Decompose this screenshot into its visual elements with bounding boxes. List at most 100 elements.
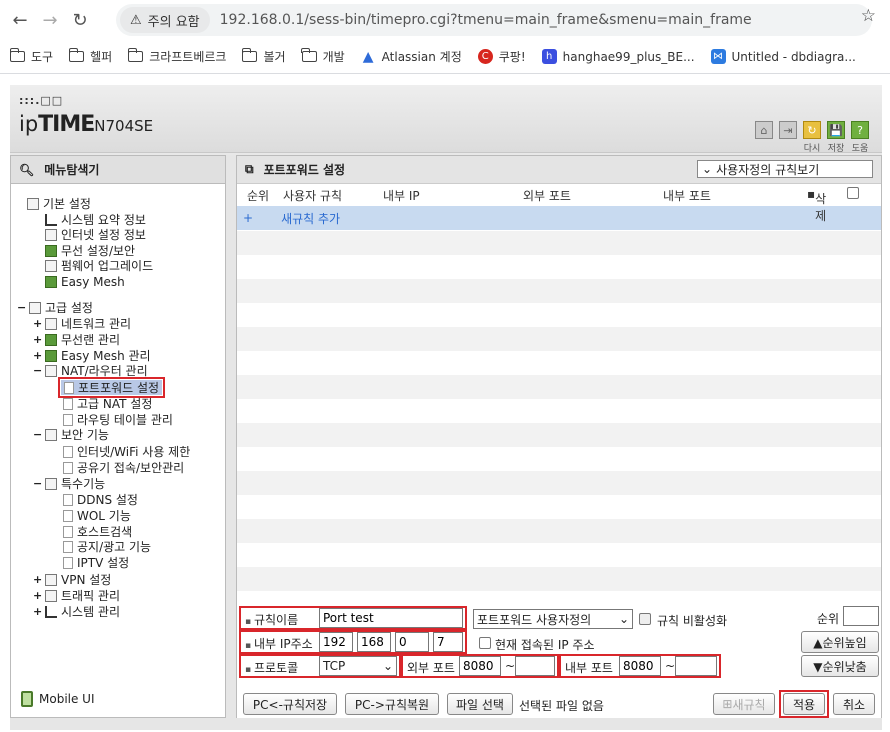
menu-nat[interactable]: − NAT/라우터 관리 <box>33 363 148 378</box>
frame-body: 🔍︎ 메뉴탐색기 기본 설정 시스템 요약 정보 인터넷 설정 정보 무선 설정… <box>10 155 882 730</box>
menu-system[interactable]: + 시스템 관리 <box>33 604 120 619</box>
ip-octet-4[interactable] <box>433 632 463 652</box>
bookmark-folder[interactable]: 헬퍼 <box>68 48 112 65</box>
menu-ddns[interactable]: DDNS 설정 <box>63 492 138 507</box>
reload-icon[interactable]: ↻ <box>66 6 94 34</box>
logout-button[interactable]: ⇥ <box>778 121 798 141</box>
menu-explorer: 🔍︎ 메뉴탐색기 기본 설정 시스템 요약 정보 인터넷 설정 정보 무선 설정… <box>10 155 226 718</box>
int-port-to-input[interactable] <box>675 656 717 676</box>
rule-name-label: 규칙이름 <box>245 611 298 628</box>
expand-icon: + <box>33 349 43 362</box>
ext-port-to-input[interactable] <box>515 656 555 676</box>
disable-rule-checkbox[interactable] <box>639 613 651 625</box>
forward-icon[interactable]: → <box>36 6 64 34</box>
ext-port-from-input[interactable] <box>459 656 501 676</box>
monitor-icon <box>45 228 57 241</box>
document-icon <box>63 493 73 506</box>
col-internal-ip: 내부 IP <box>383 189 420 203</box>
bookmark-folder[interactable]: 크라프트베르크 <box>127 48 226 65</box>
menu-system-summary[interactable]: 시스템 요약 정보 <box>45 212 146 227</box>
document-icon <box>63 525 73 538</box>
expand-icon: + <box>33 317 43 330</box>
protocol-select[interactable]: TCP ⌄ <box>319 656 397 676</box>
plus-icon: + <box>243 211 254 225</box>
browser-toolbar: ← → ↻ ⚠ 주의 요함 192.168.0.1/sess-bin/timep… <box>0 0 890 40</box>
int-port-label: 내부 포트 <box>565 661 613 675</box>
priority-label: 순위 <box>817 612 840 626</box>
menu-port-forward[interactable]: 포트포워드 설정 <box>57 377 166 398</box>
new-rule-button[interactable]: ⊞ 새규칙 <box>713 693 775 715</box>
back-icon[interactable]: ← <box>6 6 34 34</box>
expand-icon: + <box>33 573 43 586</box>
bookmark-folder[interactable]: 개발 <box>301 48 345 65</box>
view-select[interactable]: ⌄ 사용자정의 규칙보기 <box>697 160 873 178</box>
menu-network[interactable]: + 네트워크 관리 <box>33 316 131 331</box>
ip-octet-3[interactable] <box>395 632 429 652</box>
rule-type-select[interactable]: 포트포워드 사용자정의 ⌄ <box>473 609 633 629</box>
refresh-icon: ↻ <box>803 121 821 139</box>
wifi-icon <box>45 333 57 346</box>
menu-special[interactable]: − 특수기능 <box>33 476 105 491</box>
menu-security[interactable]: − 보안 기능 <box>33 427 109 442</box>
file-select-button[interactable]: 파일 선택 <box>447 693 513 715</box>
menu-notice[interactable]: 공지/광고 기능 <box>63 539 151 554</box>
url-text[interactable]: 192.168.0.1/sess-bin/timepro.cgi?tmenu=m… <box>220 12 752 28</box>
folder-icon <box>29 301 41 314</box>
refresh-button[interactable]: ↻ 다시 <box>802 121 822 154</box>
bookmark-atlassian[interactable]: ▲ Atlassian 계정 <box>361 48 462 65</box>
save-button[interactable]: 💾 저장 <box>826 121 846 154</box>
menu-advanced-nat[interactable]: 고급 NAT 설정 <box>63 396 152 411</box>
backup-rules-button[interactable]: PC<-규칙저장 <box>243 693 337 715</box>
bookmark-star-icon[interactable]: ☆ <box>861 6 876 26</box>
menu-easymesh[interactable]: Easy Mesh <box>45 274 125 289</box>
help-button[interactable]: ? 도움 <box>850 121 870 154</box>
add-rule-row[interactable]: + 새규칙 추가 <box>237 206 881 230</box>
ext-port-label: 외부 포트 <box>407 661 455 675</box>
security-chip[interactable]: ⚠ 주의 요함 <box>120 7 210 33</box>
menu-wireless[interactable]: + 무선랜 관리 <box>33 332 120 347</box>
bookmark-coupang[interactable]: C 쿠팡! <box>477 48 526 65</box>
header-tools: ⌂ ⇥ ↻ 다시 💾 저장 ? 도움 <box>754 121 870 154</box>
col-rank: 순위 <box>247 189 270 203</box>
bookmark-dbdiagram[interactable]: ⋈ Untitled - dbdiagra... <box>710 49 856 64</box>
menu-easymesh-manage[interactable]: + Easy Mesh 관리 <box>33 348 151 363</box>
home-icon: ⌂ <box>755 121 773 139</box>
menu-host-search[interactable]: 호스트검색 <box>63 524 132 539</box>
ip-octet-2[interactable] <box>357 632 391 652</box>
cancel-button[interactable]: 취소 <box>833 693 875 715</box>
ip-octet-1[interactable] <box>319 632 353 652</box>
menu-internet-limit[interactable]: 인터넷/WiFi 사용 제한 <box>63 444 190 459</box>
bookmark-hanghae[interactable]: h hanghae99_plus_BE... <box>541 49 695 64</box>
select-all-checkbox[interactable] <box>847 187 859 199</box>
menu-routing-table[interactable]: 라우팅 테이블 관리 <box>63 412 173 427</box>
rule-name-input[interactable] <box>319 608 463 628</box>
menu-traffic[interactable]: + 트래픽 관리 <box>33 588 120 603</box>
menu-basic[interactable]: 기본 설정 <box>27 196 91 211</box>
address-bar[interactable]: ⚠ 주의 요함 192.168.0.1/sess-bin/timepro.cgi… <box>116 4 872 36</box>
restore-rules-button[interactable]: PC->규칙복원 <box>345 693 439 715</box>
priority-up-button[interactable]: ▲순위높임 <box>801 631 879 653</box>
plus-icon: ⊞ <box>722 697 733 711</box>
apply-button[interactable]: 적용 <box>783 693 825 715</box>
menu-firmware[interactable]: 펌웨어 업그레이드 <box>45 258 153 273</box>
priority-down-button[interactable]: ▼순위낮춤 <box>801 655 879 677</box>
menu-advanced[interactable]: − 고급 설정 <box>17 300 93 315</box>
menu-router-access[interactable]: 공유기 접속/보안관리 <box>63 460 184 475</box>
current-ip-checkbox[interactable] <box>479 637 491 649</box>
menu-wireless-basic[interactable]: 무선 설정/보안 <box>45 243 135 258</box>
priority-input[interactable] <box>843 606 879 626</box>
menu-iptv[interactable]: IPTV 설정 <box>63 555 129 570</box>
home-button[interactable]: ⌂ <box>754 121 774 141</box>
int-port-from-input[interactable] <box>619 656 661 676</box>
bookmark-folder[interactable]: 볼거 <box>241 48 286 65</box>
menu-internet-info[interactable]: 인터넷 설정 정보 <box>45 227 146 242</box>
tilde: ~ <box>505 659 516 673</box>
expand-icon: + <box>33 605 43 618</box>
file-status: 선택된 파일 없음 <box>519 699 604 713</box>
folder-icon <box>127 48 144 62</box>
folder-icon <box>27 197 39 210</box>
menu-vpn[interactable]: + VPN 설정 <box>33 572 111 587</box>
bookmark-folder[interactable]: 도구 <box>9 48 53 65</box>
mobile-ui-link[interactable]: Mobile UI <box>21 691 95 707</box>
menu-wol[interactable]: WOL 기능 <box>63 508 131 523</box>
